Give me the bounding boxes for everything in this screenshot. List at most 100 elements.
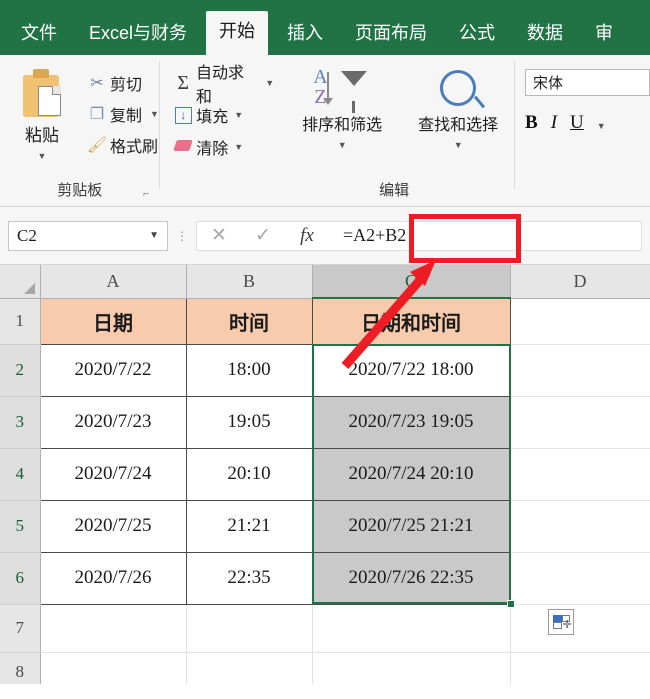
row-header-6[interactable]: 6 [0,552,41,605]
copy-icon: ❐ [89,106,105,123]
cell-c1[interactable]: 日期和时间 [311,297,511,345]
cell-a2[interactable]: 2020/7/22 [39,343,187,397]
cell-b1[interactable]: 时间 [185,297,313,345]
cell-a1[interactable]: 日期 [39,297,187,345]
cell-d1[interactable] [510,298,650,345]
format-painter-button[interactable]: 🖌 格式刷 [84,132,159,158]
row-header-2[interactable]: 2 [0,344,41,397]
row-header-4[interactable]: 4 [0,448,41,501]
cell-b5[interactable]: 21:21 [185,499,313,553]
name-box-value: C2 [17,225,37,245]
cell-a3[interactable]: 2020/7/23 [39,395,187,449]
confirm-icon[interactable]: ✓ [241,224,285,247]
paste-dropdown-caret-icon[interactable]: ▼ [38,151,47,161]
table-row: 2 2020/7/22 18:00 2020/7/22 18:00 [0,343,650,397]
cell-b6[interactable]: 22:35 [185,551,313,605]
fill-down-icon: ↓ [170,106,196,124]
cell-c7[interactable] [312,604,511,653]
row-header-7[interactable]: 7 [0,604,41,653]
fill-button[interactable]: ↓ 填充 ▼ [170,102,274,128]
find-and-select-label: 查找和选择 [418,117,499,134]
copy-button[interactable]: ❐ 复制 ▼ [84,101,159,127]
formula-bar-grip-icon: · · · [179,223,185,247]
find-select-dropdown-caret-icon[interactable]: ▼ [454,140,463,150]
cell-c3[interactable]: 2020/7/23 19:05 [311,395,511,449]
name-box[interactable]: C2 ▼ [8,220,168,251]
autosum-button[interactable]: Σ 自动求和 ▼ [170,65,274,106]
paste-label: 粘贴 [25,126,59,145]
ribbon-group-clipboard: 粘贴 ▼ ✂ 剪切 ❐ 复制 ▼ 🖌 格式刷 剪贴板 ⌐ [0,55,159,206]
cell-d3[interactable] [510,396,650,449]
ribbon-tab-file[interactable]: 文件 [8,15,70,55]
row-header-5[interactable]: 5 [0,500,41,553]
font-name-input[interactable]: 宋体 [525,69,650,96]
cell-b3[interactable]: 19:05 [185,395,313,449]
fill-dropdown-caret-icon[interactable]: ▼ [234,110,243,120]
fill-handle[interactable] [507,600,515,608]
formula-input[interactable]: =A2+B2 [329,225,641,246]
ribbon-tab-insert[interactable]: 插入 [274,15,336,55]
ribbon-tab-page-layout[interactable]: 页面布局 [342,15,440,55]
cell-c5[interactable]: 2020/7/25 21:21 [311,499,511,553]
clear-dropdown-caret-icon[interactable]: ▼ [234,142,243,152]
ribbon-tab-formulas[interactable]: 公式 [446,15,508,55]
row-header-8[interactable]: 8 [0,652,41,684]
editing-group-label: 编辑 [379,182,410,199]
clear-button[interactable]: 清除 ▼ [170,134,274,160]
cell-a5[interactable]: 2020/7/25 [39,499,187,553]
italic-button[interactable]: I [551,112,557,134]
find-and-select-button[interactable]: 查找和选择 ▼ [402,65,514,150]
cell-b4[interactable]: 20:10 [185,447,313,501]
cell-b7[interactable] [186,604,313,653]
column-header-b[interactable]: B [186,265,313,299]
paste-button[interactable]: 粘贴 ▼ [0,65,84,161]
cell-c8[interactable] [312,652,511,684]
ribbon-tab-review[interactable]: 审 [582,15,626,55]
sort-filter-dropdown-caret-icon[interactable]: ▼ [338,140,347,150]
row-header-1[interactable]: 1 [0,298,41,345]
search-icon [440,70,477,106]
ribbon-group-font: 宋体 B I U ▼ [515,55,650,206]
cut-button[interactable]: ✂ 剪切 [84,70,159,96]
underline-button[interactable]: U [570,112,584,134]
name-box-caret-icon[interactable]: ▼ [149,230,159,241]
sort-and-filter-button[interactable]: AZ 排序和筛选 ▼ [286,65,398,150]
ribbon-tab-home[interactable]: 开始 [206,11,269,55]
cell-d2[interactable] [510,344,650,397]
row-header-3[interactable]: 3 [0,396,41,449]
ribbon-group-editing-commands: Σ 自动求和 ▼ ↓ 填充 ▼ 清除 ▼ [160,55,274,206]
cell-c2[interactable]: 2020/7/22 18:00 [311,343,511,397]
cell-a4[interactable]: 2020/7/24 [39,447,187,501]
cell-c4[interactable]: 2020/7/24 20:10 [311,447,511,501]
function-icon[interactable]: fx [285,225,329,247]
copy-dropdown-caret-icon[interactable]: ▼ [150,109,159,119]
underline-dropdown-caret-icon[interactable]: ▼ [597,121,606,131]
ribbon-tab-excel-finance[interactable]: Excel与财务 [76,15,200,55]
autosum-dropdown-caret-icon[interactable]: ▼ [265,78,274,88]
cell-a7[interactable] [40,604,187,653]
paste-icon [19,69,65,119]
cell-a8[interactable] [40,652,187,684]
clipboard-dialog-launcher-icon[interactable]: ⌐ [143,188,149,200]
select-all-corner[interactable] [0,265,41,299]
autofill-options-button[interactable]: ✛ [548,609,574,635]
formula-input-area[interactable]: ✕ ✓ fx =A2+B2 [196,220,642,251]
cell-d7[interactable] [510,604,650,653]
cell-d6[interactable] [510,552,650,605]
format-painter-label: 格式刷 [110,139,159,156]
column-header-d[interactable]: D [510,265,650,299]
cell-b8[interactable] [186,652,313,684]
cell-d5[interactable] [510,500,650,553]
cell-b2[interactable]: 18:00 [185,343,313,397]
cell-a6[interactable]: 2020/7/26 [39,551,187,605]
scissors-icon: ✂ [90,75,104,92]
column-header-c[interactable]: C [312,265,511,299]
cancel-icon[interactable]: ✕ [197,224,241,247]
bold-button[interactable]: B [525,112,538,134]
cell-d4[interactable] [510,448,650,501]
cell-d8[interactable] [510,652,650,684]
column-header-a[interactable]: A [40,265,187,299]
cell-c6[interactable]: 2020/7/26 22:35 [311,551,511,605]
table-row: 4 2020/7/24 20:10 2020/7/24 20:10 [0,447,650,501]
ribbon-tab-data[interactable]: 数据 [514,15,576,55]
